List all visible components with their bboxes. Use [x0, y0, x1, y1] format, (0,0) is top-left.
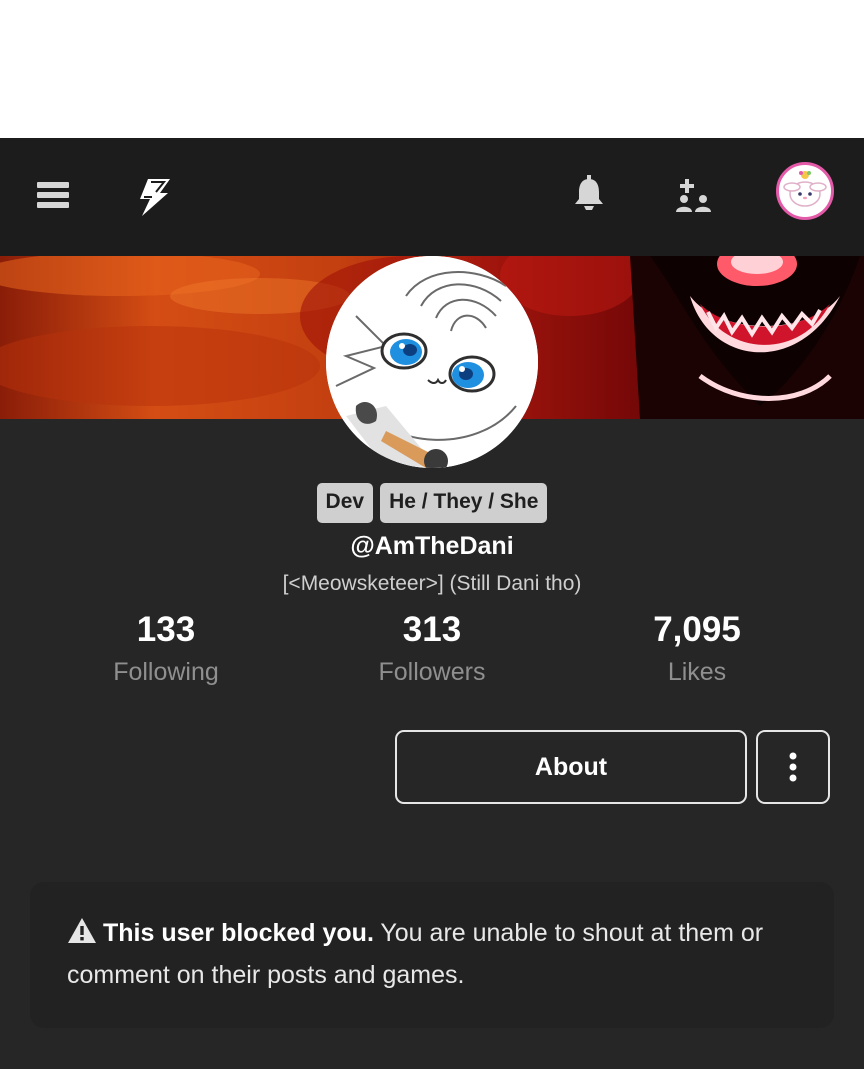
page: Dev He / They / She @AmTheDani [<Meowske…	[0, 0, 864, 1069]
warning-triangle-icon	[67, 917, 97, 956]
bell-icon[interactable]	[566, 170, 612, 216]
hamburger-menu-icon[interactable]	[30, 172, 76, 218]
more-options-button[interactable]	[756, 730, 830, 804]
blocked-notice-title: This user blocked you.	[103, 919, 374, 947]
lightning-bolt-logo-icon[interactable]	[130, 174, 176, 220]
likes-count: 7,095	[653, 610, 741, 649]
vertical-ellipsis-icon	[789, 752, 797, 782]
add-friends-icon[interactable]	[670, 172, 718, 218]
followers-count: 313	[402, 610, 462, 649]
role-tag: Dev	[316, 483, 374, 523]
likes-stat: 7,095 Likes	[597, 608, 797, 692]
display-name: [<Meowsketeer>] (Still Dani tho)	[282, 572, 582, 595]
pronouns-tag: He / They / She	[380, 483, 548, 523]
profile-tags: Dev He / They / She	[0, 483, 864, 523]
top-navbar	[0, 138, 864, 256]
profile-picture[interactable]	[326, 256, 538, 468]
user-avatar-icon[interactable]	[776, 162, 834, 220]
followers-label: Followers	[378, 658, 486, 686]
following-label: Following	[113, 658, 219, 686]
blocked-notice: This user blocked you. You are unable to…	[30, 882, 834, 1028]
about-button[interactable]: About	[395, 730, 747, 804]
following-stat[interactable]: 133 Following	[66, 608, 266, 692]
top-blank-area	[0, 0, 864, 138]
username: @AmTheDani	[350, 532, 514, 560]
profile-app: Dev He / They / She @AmTheDani [<Meowske…	[0, 138, 864, 1069]
following-count: 133	[136, 610, 196, 649]
followers-stat[interactable]: 313 Followers	[332, 608, 532, 692]
likes-label: Likes	[667, 658, 727, 686]
